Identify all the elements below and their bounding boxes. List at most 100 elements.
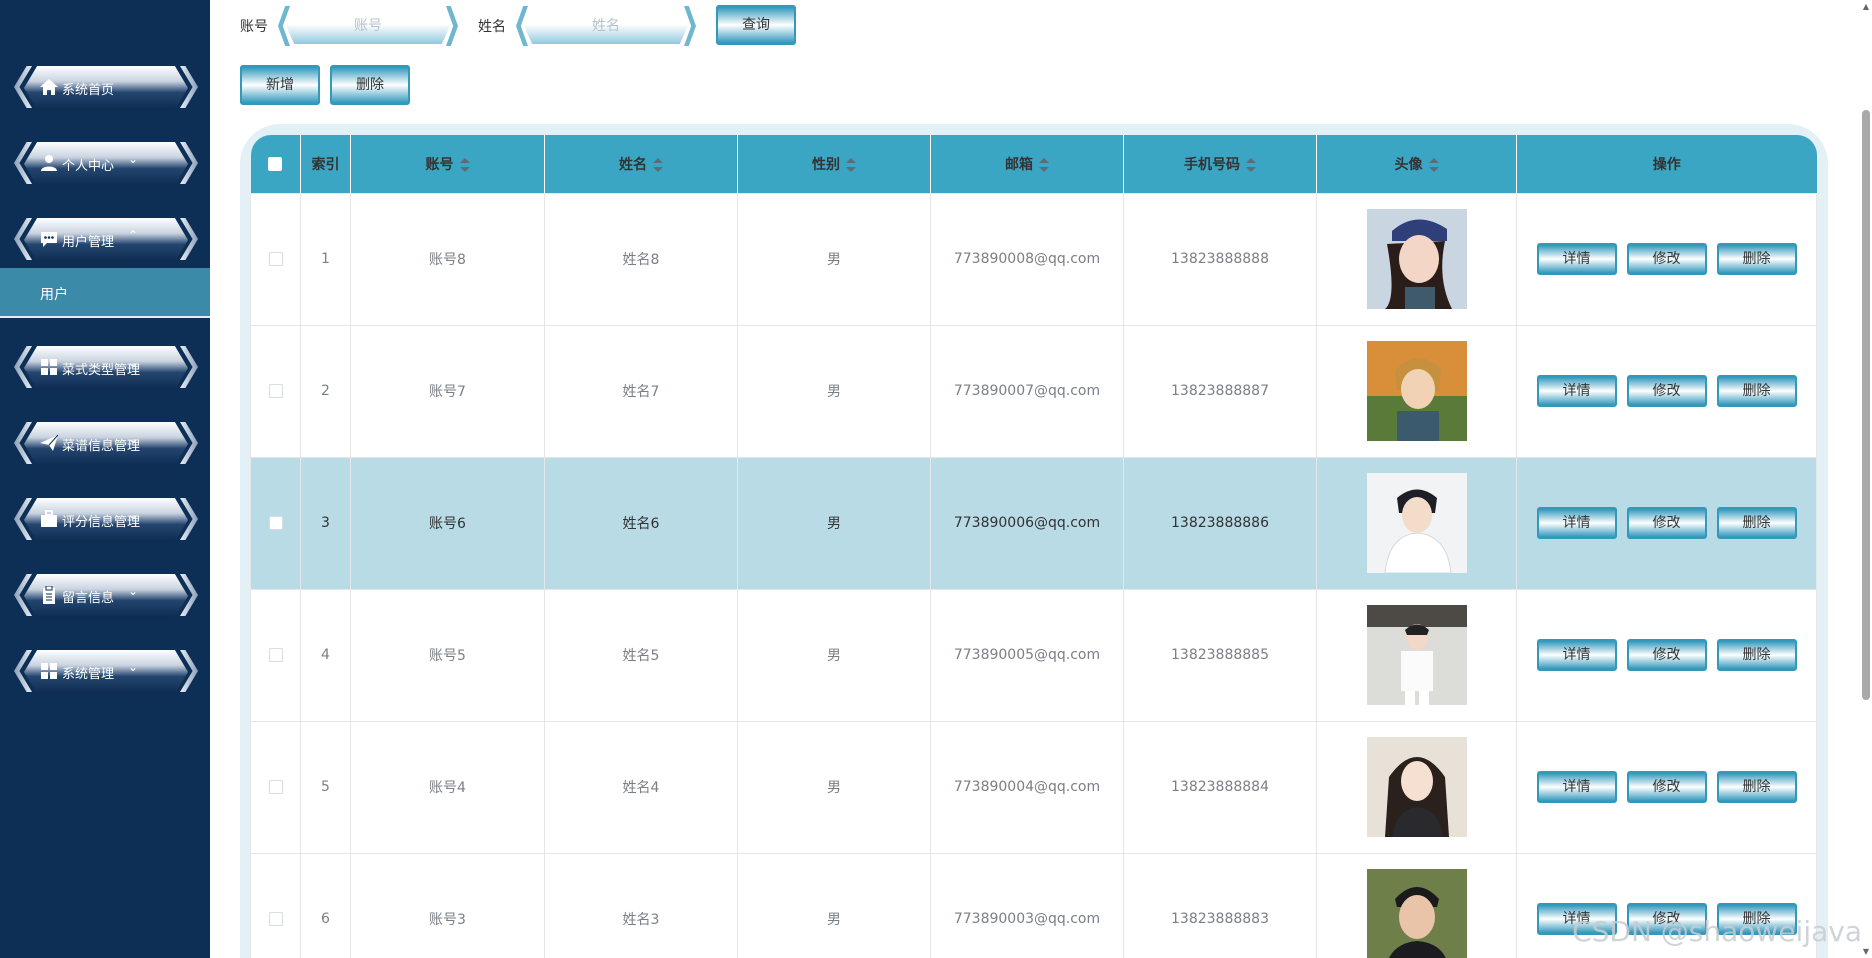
email-cell: 773890007@qq.com bbox=[930, 324, 1124, 458]
col-avatar[interactable]: 头像 bbox=[1316, 135, 1517, 193]
query-button[interactable]: 查询 bbox=[716, 5, 796, 45]
col-index: 索引 bbox=[300, 135, 351, 193]
row-checkbox[interactable] bbox=[268, 516, 283, 530]
row-checkbox[interactable] bbox=[268, 648, 283, 662]
name-cell: 姓名7 bbox=[544, 324, 738, 458]
sort-icon[interactable] bbox=[459, 157, 470, 172]
header-label: 账号 bbox=[425, 156, 454, 173]
bulk-delete-button[interactable]: 删除 bbox=[330, 65, 410, 105]
table-row[interactable]: 2 账号7 姓名7 男 773890007@qq.com 13823888887… bbox=[250, 324, 1817, 458]
phone-cell: 13823888886 bbox=[1123, 456, 1317, 590]
actions-cell: 详情 修改 删除 bbox=[1516, 456, 1817, 590]
add-button[interactable]: 新增 bbox=[240, 65, 320, 105]
page-scrollbar[interactable] bbox=[1862, 110, 1870, 700]
sort-icon[interactable] bbox=[653, 157, 663, 172]
row-select-cell[interactable] bbox=[250, 456, 301, 590]
phone-cell: 13823888884 bbox=[1123, 720, 1317, 854]
index-cell: 3 bbox=[300, 456, 351, 590]
row-actions: 详情 修改 删除 bbox=[1517, 243, 1816, 275]
detail-button[interactable]: 详情 bbox=[1536, 507, 1617, 539]
table-row[interactable]: 4 账号5 姓名5 男 773890005@qq.com 13823888885… bbox=[250, 588, 1817, 722]
col-name[interactable]: 姓名 bbox=[544, 135, 738, 193]
avatar-image bbox=[1366, 209, 1467, 309]
avatar-cell bbox=[1316, 324, 1517, 458]
submenu-item-user[interactable]: 用户 bbox=[0, 268, 210, 318]
account-cell: 账号3 bbox=[350, 852, 545, 958]
delete-button[interactable]: 删除 bbox=[1716, 507, 1797, 539]
table-row-highlighted[interactable]: 3 账号6 姓名6 男 773890006@qq.com 13823888886… bbox=[250, 456, 1817, 590]
index-cell: 4 bbox=[300, 588, 351, 722]
menu-item-rating[interactable]: 评分信息管理 ⌄ bbox=[14, 492, 198, 546]
phone-cell: 13823888887 bbox=[1123, 324, 1317, 458]
gender-cell: 男 bbox=[737, 324, 931, 458]
actions-cell: 详情 修改 删除 bbox=[1516, 192, 1817, 326]
actions-cell: 详情 修改 删除 bbox=[1516, 588, 1817, 722]
account-label: 账号 bbox=[240, 19, 268, 35]
delete-button[interactable]: 删除 bbox=[1716, 375, 1797, 407]
row-checkbox[interactable] bbox=[268, 252, 283, 266]
name-search-input[interactable] bbox=[524, 8, 688, 44]
col-account[interactable]: 账号 bbox=[350, 135, 545, 193]
sort-icon[interactable] bbox=[1246, 157, 1256, 172]
email-cell: 773890006@qq.com bbox=[930, 456, 1124, 590]
edit-button[interactable]: 修改 bbox=[1626, 243, 1707, 275]
col-gender[interactable]: 性别 bbox=[737, 135, 931, 193]
grid-icon bbox=[41, 663, 57, 679]
menu-item-system[interactable]: 系统管理 ⌄ bbox=[14, 644, 198, 698]
row-checkbox[interactable] bbox=[268, 384, 283, 398]
detail-button[interactable]: 详情 bbox=[1536, 771, 1617, 803]
menu-item-profile[interactable]: 个人中心 ⌄ bbox=[14, 136, 198, 190]
name-cell: 姓名4 bbox=[544, 720, 738, 854]
row-checkbox[interactable] bbox=[268, 780, 283, 794]
message-icon bbox=[41, 232, 57, 247]
scroll-up-icon[interactable]: ▲ bbox=[1863, 2, 1869, 11]
sort-icon[interactable] bbox=[846, 157, 856, 172]
menu-item-dish-type[interactable]: 菜式类型管理 ⌄ bbox=[14, 340, 198, 394]
row-select-cell[interactable] bbox=[250, 588, 301, 722]
menu-item-recipe[interactable]: 菜谱信息管理 ⌄ bbox=[14, 416, 198, 470]
col-email[interactable]: 邮箱 bbox=[930, 135, 1124, 193]
phone-cell: 13823888888 bbox=[1123, 192, 1317, 326]
table-row[interactable]: 1 账号8 姓名8 男 773890008@qq.com 13823888888… bbox=[250, 192, 1817, 326]
row-checkbox[interactable] bbox=[268, 912, 283, 926]
edit-button[interactable]: 修改 bbox=[1626, 507, 1707, 539]
sidebar: 系统首页 个人中心 ⌄ 用户管理 ⌃ 用户 菜式类型管理 ⌄ 菜谱信息管理 ⌄ bbox=[0, 0, 210, 958]
scroll-down-icon[interactable]: ▼ bbox=[1863, 947, 1869, 956]
account-cell: 账号4 bbox=[350, 720, 545, 854]
select-all-checkbox[interactable] bbox=[268, 156, 283, 171]
select-all-cell[interactable] bbox=[250, 135, 301, 193]
edit-button[interactable]: 修改 bbox=[1626, 639, 1707, 671]
menu-item-home[interactable]: 系统首页 bbox=[14, 60, 198, 114]
menu-item-label: 留言信息 bbox=[62, 591, 115, 606]
menu-item-message[interactable]: 留言信息 ⌄ bbox=[14, 568, 198, 622]
delete-button[interactable]: 删除 bbox=[1716, 639, 1797, 671]
edit-button[interactable]: 修改 bbox=[1626, 771, 1707, 803]
row-select-cell[interactable] bbox=[250, 852, 301, 958]
sort-icon[interactable] bbox=[1039, 157, 1049, 172]
account-search-input[interactable] bbox=[286, 8, 450, 44]
email-cell: 773890003@qq.com bbox=[930, 852, 1124, 958]
chevron-up-icon: ⌃ bbox=[127, 228, 138, 242]
col-phone[interactable]: 手机号码 bbox=[1123, 135, 1317, 193]
name-cell: 姓名8 bbox=[544, 192, 738, 326]
delete-button[interactable]: 删除 bbox=[1716, 771, 1797, 803]
email-cell: 773890004@qq.com bbox=[930, 720, 1124, 854]
detail-button[interactable]: 详情 bbox=[1536, 375, 1617, 407]
sort-icon[interactable] bbox=[1428, 157, 1439, 172]
row-select-cell[interactable] bbox=[250, 324, 301, 458]
detail-button[interactable]: 详情 bbox=[1536, 243, 1617, 275]
table-row[interactable]: 5 账号4 姓名4 男 773890004@qq.com 13823888884… bbox=[250, 720, 1817, 854]
row-select-cell[interactable] bbox=[250, 192, 301, 326]
detail-button[interactable]: 详情 bbox=[1536, 639, 1617, 671]
header-label: 操作 bbox=[1652, 156, 1681, 173]
delete-button[interactable]: 删除 bbox=[1716, 243, 1797, 275]
menu-item-user-management[interactable]: 用户管理 ⌃ bbox=[14, 212, 198, 266]
row-select-cell[interactable] bbox=[250, 720, 301, 854]
row-actions: 详情 修改 删除 bbox=[1517, 507, 1816, 539]
watermark: CSDN @shaoweijava bbox=[1572, 915, 1862, 948]
edit-button[interactable]: 修改 bbox=[1626, 375, 1707, 407]
index-cell: 6 bbox=[300, 852, 351, 958]
account-cell: 账号6 bbox=[350, 456, 545, 590]
row-actions: 详情 修改 删除 bbox=[1517, 639, 1816, 671]
chevron-down-icon: ⌄ bbox=[127, 432, 138, 446]
